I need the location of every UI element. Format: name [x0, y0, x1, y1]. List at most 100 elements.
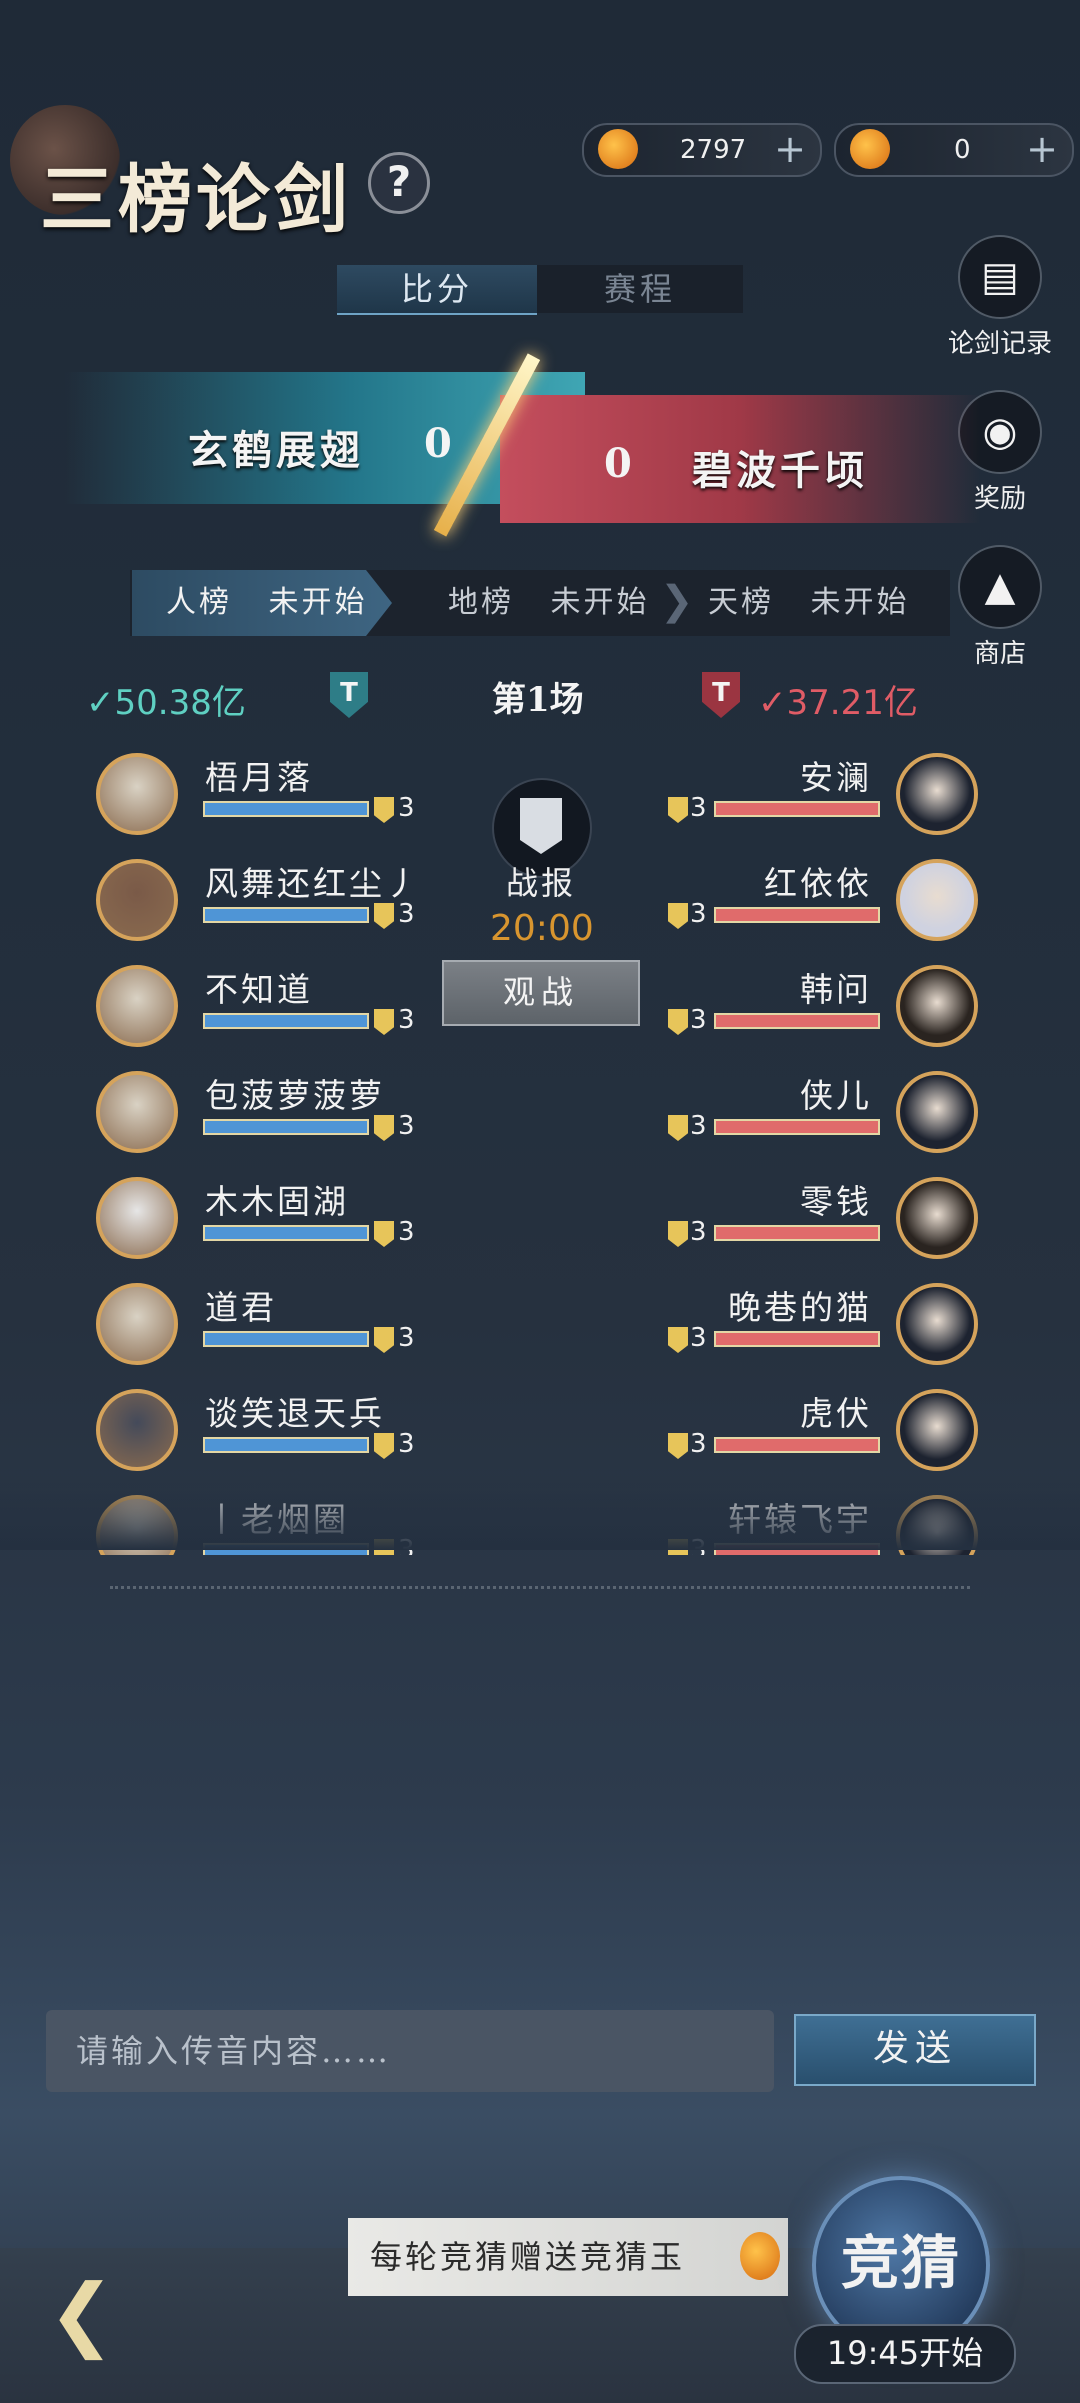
power-sword-icon: ✓	[86, 683, 115, 723]
power-sword-icon: ✓	[758, 683, 787, 723]
left-player-level: 3	[398, 1323, 415, 1353]
left-player-name: 风舞还红尘丿	[205, 864, 421, 903]
player-row: 包菠萝菠萝 3 3 侠儿	[0, 1063, 1080, 1169]
left-player-avatar[interactable]	[96, 1283, 178, 1365]
currency-token-value: 0	[954, 135, 971, 165]
left-player-level: 3	[398, 1429, 415, 1459]
player-row: 道君 3 3 晚巷的猫	[0, 1275, 1080, 1381]
right-player-avatar[interactable]	[896, 753, 978, 835]
right-player-hp-bar	[714, 907, 880, 923]
right-player-avatar[interactable]	[896, 1071, 978, 1153]
pavilion-icon: ▲	[958, 545, 1042, 629]
level-shield-icon	[374, 797, 394, 823]
right-player-level: 3	[690, 1323, 707, 1353]
stage-human-name: 人榜	[166, 585, 232, 620]
right-team-name: 碧波千顷	[692, 447, 868, 494]
right-player-level: 3	[690, 899, 707, 929]
currency-token: 0 +	[834, 123, 1074, 177]
left-player-hp-bar	[203, 1119, 369, 1135]
left-player-name: 谈笑退天兵	[205, 1394, 385, 1433]
level-shield-icon	[374, 1115, 394, 1141]
guess-start-time: 19:45开始	[794, 2324, 1016, 2384]
right-player-name: 安澜	[800, 758, 872, 797]
right-player-hp-bar	[714, 801, 880, 817]
level-shield-icon	[668, 797, 688, 823]
right-player-avatar[interactable]	[896, 965, 978, 1047]
record-label: 论剑记录	[947, 329, 1052, 359]
left-player-level: 3	[398, 1005, 415, 1035]
left-player-name: 不知道	[205, 970, 313, 1009]
level-shield-icon	[668, 1327, 688, 1353]
tab-schedule[interactable]: 赛程	[537, 265, 743, 313]
help-button[interactable]: ?	[368, 152, 430, 214]
guess-jade-icon	[740, 2232, 780, 2280]
right-player-avatar[interactable]	[896, 859, 978, 941]
left-player-hp-bar	[203, 1225, 369, 1241]
level-shield-icon	[668, 1115, 688, 1141]
stage-heaven[interactable]: 天榜 未开始	[708, 570, 910, 636]
right-player-level: 3	[690, 1217, 707, 1247]
level-shield-icon	[668, 1433, 688, 1459]
guess-token-icon	[850, 129, 890, 169]
guess-tip: 每轮竞猜赠送竞猜玉	[348, 2218, 788, 2296]
stage-human-status: 未开始	[268, 585, 368, 620]
divider	[110, 1586, 970, 1589]
list-fade	[0, 1470, 1080, 1550]
left-player-avatar[interactable]	[96, 1389, 178, 1471]
left-player-level: 3	[398, 793, 415, 823]
right-player-level: 3	[690, 1429, 707, 1459]
left-team-score: 0	[424, 420, 452, 467]
right-team-shield-icon: T	[702, 672, 740, 718]
level-shield-icon	[374, 1009, 394, 1035]
record-button[interactable]: ▤ 论剑记录	[948, 235, 1052, 360]
left-player-avatar[interactable]	[96, 1071, 178, 1153]
right-power: ✓37.21亿	[758, 683, 918, 723]
shop-label: 商店	[973, 639, 1026, 669]
right-player-name: 韩问	[800, 970, 872, 1009]
right-player-hp-bar	[714, 1119, 880, 1135]
right-player-avatar[interactable]	[896, 1389, 978, 1471]
watch-button[interactable]: 观战	[442, 960, 640, 1026]
stage-earth[interactable]: 地榜 未开始	[448, 570, 650, 636]
right-player-avatar[interactable]	[896, 1177, 978, 1259]
left-player-avatar[interactable]	[96, 753, 178, 835]
stage-human[interactable]: 人榜 未开始	[132, 570, 392, 636]
right-player-name: 零钱	[800, 1182, 872, 1221]
shop-button[interactable]: ▲ 商店	[955, 545, 1045, 670]
left-player-avatar[interactable]	[96, 1177, 178, 1259]
right-player-avatar[interactable]	[896, 1283, 978, 1365]
level-shield-icon	[374, 1221, 394, 1247]
right-player-hp-bar	[714, 1013, 880, 1029]
jade-coin-icon	[598, 129, 638, 169]
currency-jade-value: 2797	[680, 135, 747, 165]
left-player-avatar[interactable]	[96, 965, 178, 1047]
right-player-level: 3	[690, 1111, 707, 1141]
left-power: ✓50.38亿	[86, 683, 246, 723]
left-player-avatar[interactable]	[96, 859, 178, 941]
right-player-hp-bar	[714, 1437, 880, 1453]
left-player-level: 3	[398, 1111, 415, 1141]
left-player-level: 3	[398, 899, 415, 929]
left-player-name: 包菠萝菠萝	[205, 1076, 385, 1115]
page-title: 三榜论剑	[40, 157, 352, 243]
back-arrow-icon[interactable]: ❮	[48, 2266, 144, 2362]
level-shield-icon	[374, 1327, 394, 1353]
left-player-level: 3	[398, 1217, 415, 1247]
stage-separator-icon: ❯	[660, 578, 694, 624]
match-timer: 20:00	[490, 908, 594, 949]
left-player-hp-bar	[203, 1437, 369, 1453]
level-shield-icon	[374, 903, 394, 929]
tab-score[interactable]: 比分	[337, 265, 537, 315]
add-jade-button[interactable]: +	[774, 127, 806, 171]
right-player-name: 虎伏	[800, 1394, 872, 1433]
chat-input[interactable]: 请输入传音内容……	[46, 2010, 774, 2092]
battle-report-label: 战报	[506, 864, 577, 902]
right-player-name: 红依依	[764, 864, 872, 903]
stage-heaven-name: 天榜	[708, 585, 774, 620]
add-token-button[interactable]: +	[1026, 127, 1058, 171]
level-shield-icon	[668, 1009, 688, 1035]
level-shield-icon	[668, 903, 688, 929]
right-player-level: 3	[690, 793, 707, 823]
send-button[interactable]: 发送	[794, 2014, 1036, 2086]
left-player-name: 梧月落	[205, 758, 313, 797]
